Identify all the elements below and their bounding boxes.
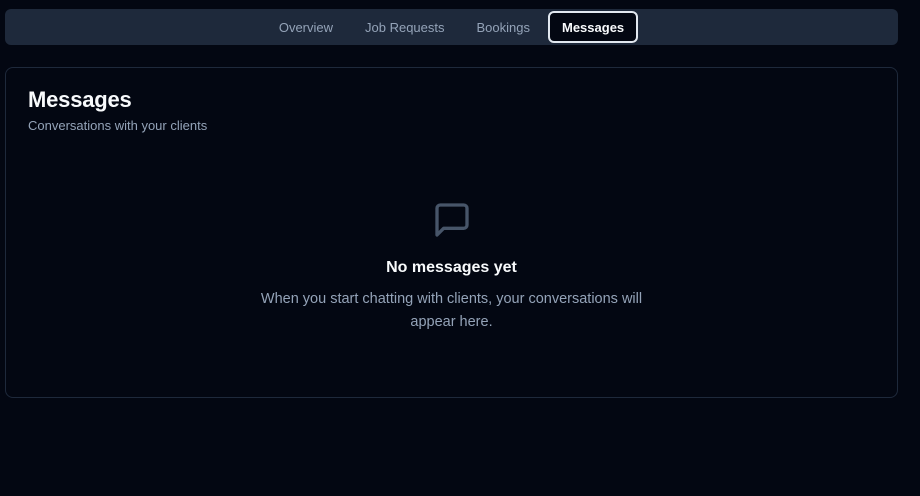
messages-card: Messages Conversations with your clients…: [5, 67, 898, 398]
tab-bookings[interactable]: Bookings: [463, 11, 544, 43]
message-square-icon: [434, 203, 469, 237]
tab-messages[interactable]: Messages: [548, 11, 639, 43]
tab-job-requests[interactable]: Job Requests: [351, 11, 459, 43]
page-subtitle: Conversations with your clients: [28, 118, 208, 133]
empty-state-description: When you start chatting with clients, yo…: [260, 291, 643, 330]
empty-state: No messages yet When you start chatting …: [6, 200, 897, 334]
tab-bar: Overview Job Requests Bookings Messages: [5, 9, 898, 45]
tab-overview[interactable]: Overview: [265, 11, 347, 43]
page-title: Messages: [28, 87, 132, 112]
empty-state-title: No messages yet: [386, 259, 517, 276]
